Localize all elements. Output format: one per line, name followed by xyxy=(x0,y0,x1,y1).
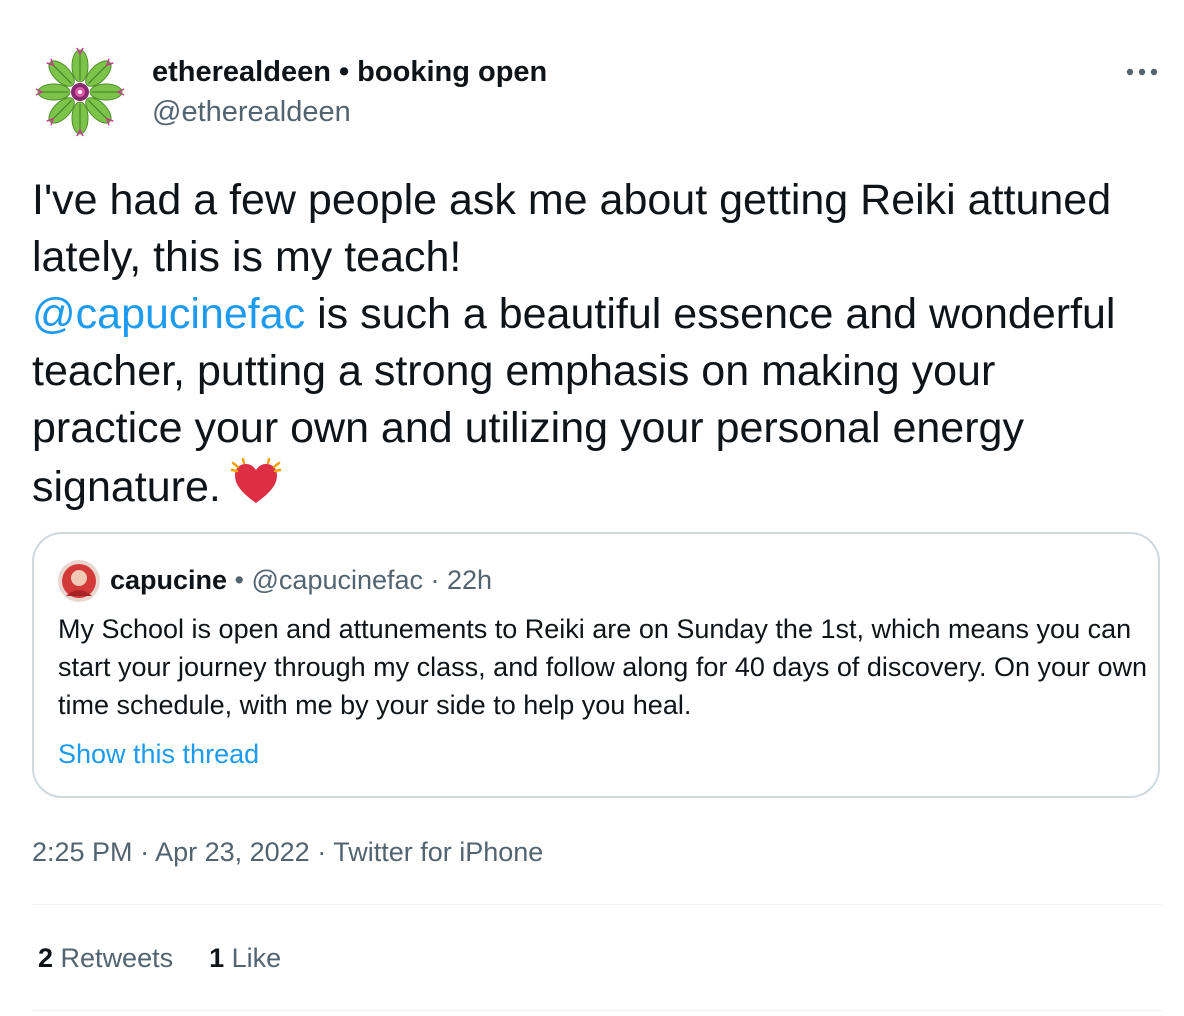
mandala-leaf-logo xyxy=(32,44,128,140)
tweet-time[interactable]: 2:25 PM xyxy=(32,837,133,867)
tweet-date[interactable]: Apr 23, 2022 xyxy=(155,837,310,867)
quoted-timestamp: · 22h xyxy=(423,565,493,595)
author-handle[interactable]: @etherealdeen xyxy=(152,94,351,130)
show-thread-link[interactable]: Show this thread xyxy=(58,736,259,772)
retweets-count: 2 xyxy=(38,943,54,973)
quoted-tweet-text: My School is open and attunements to Rei… xyxy=(58,614,1148,720)
meta-dot-2: · xyxy=(309,837,334,867)
tweet-metadata: 2:25 PM · Apr 23, 2022 · Twitter for iPh… xyxy=(32,834,543,870)
quoted-tweet[interactable]: capucine • @capucinefac · 22h My School … xyxy=(32,532,1160,798)
likes-stat[interactable]: 1 Like xyxy=(209,940,281,976)
mention-link[interactable]: @capucinefac xyxy=(32,290,305,338)
quoted-author-name: capucine xyxy=(110,565,228,595)
quoted-tweet-header: capucine • @capucinefac · 22h xyxy=(110,562,492,598)
likes-label: Like xyxy=(231,943,282,973)
tweet: etherealdeen • booking open @etherealdee… xyxy=(0,0,1184,1016)
retweets-stat[interactable]: 2 Retweets xyxy=(38,940,173,976)
divider-top xyxy=(32,904,1162,905)
tweet-stats: 2 Retweets 1 Like xyxy=(38,940,317,976)
quoted-author-avatar[interactable] xyxy=(58,560,100,602)
quoted-separator: • xyxy=(227,565,252,595)
quoted-author-handle: @capucinefac xyxy=(251,565,424,595)
author-name[interactable]: etherealdeen • booking open xyxy=(152,54,547,90)
divider-bottom xyxy=(32,1010,1162,1011)
tweet-text: I've had a few people ask me about getti… xyxy=(32,172,1142,516)
tweet-line-2: @capucinefac is such a beautiful essence… xyxy=(32,286,1142,516)
likes-count: 1 xyxy=(209,943,225,973)
retweets-label: Retweets xyxy=(60,943,174,973)
more-horizontal-icon xyxy=(1126,68,1158,76)
more-options-button[interactable] xyxy=(1120,52,1164,92)
tweet-source[interactable]: Twitter for iPhone xyxy=(333,837,543,867)
tweet-line-1: I've had a few people ask me about getti… xyxy=(32,176,1112,281)
beating-heart-icon xyxy=(229,457,283,507)
meta-dot-1: · xyxy=(132,837,156,867)
author-avatar[interactable] xyxy=(32,44,128,140)
